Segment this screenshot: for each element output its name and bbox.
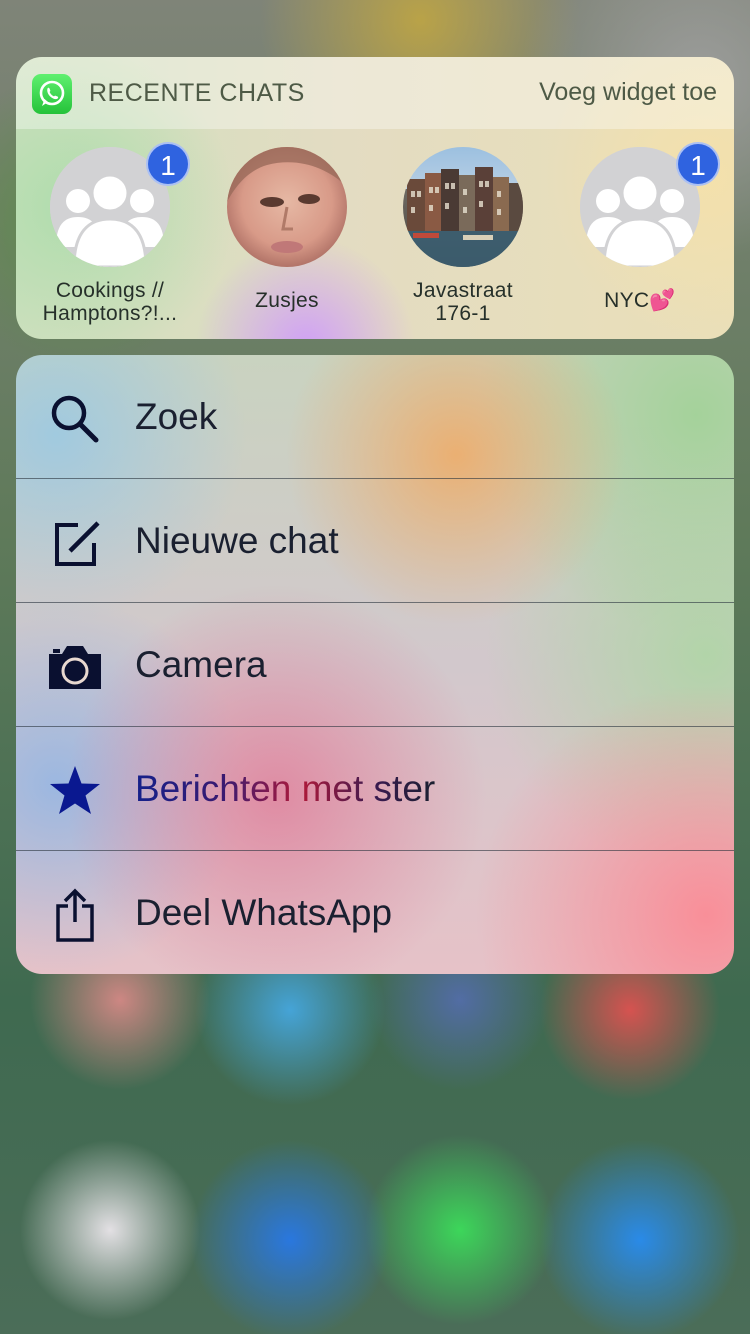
camera-icon bbox=[48, 640, 102, 694]
recent-chat-cookings[interactable]: 1 Cookings // Hamptons?!... bbox=[25, 142, 195, 325]
menu-item-label: Zoek bbox=[135, 396, 218, 437]
recent-chats-widget: RECENTE CHATS Voeg widget toe 1 Cookings… bbox=[16, 57, 734, 339]
menu-item-label: Nieuwe chat bbox=[135, 520, 339, 561]
chat-name: Zusjes bbox=[202, 289, 372, 312]
menu-item-search[interactable]: Zoek bbox=[16, 355, 734, 479]
add-widget-button[interactable]: Voeg widget toe bbox=[539, 78, 717, 107]
search-icon bbox=[48, 392, 102, 446]
widget-title: RECENTE CHATS bbox=[89, 79, 305, 107]
share-icon bbox=[48, 888, 102, 942]
photo-avatar bbox=[227, 147, 347, 267]
menu-item-camera[interactable]: Camera bbox=[16, 603, 734, 727]
chat-name-line1: NYC💕 bbox=[604, 289, 676, 312]
menu-item-new-chat[interactable]: Nieuwe chat bbox=[16, 479, 734, 603]
chat-name-line1: Zusjes bbox=[255, 289, 319, 312]
menu-item-label: Deel WhatsApp bbox=[135, 892, 393, 933]
compose-icon bbox=[48, 516, 102, 570]
chat-name: NYC💕 bbox=[555, 289, 725, 312]
recent-chat-javastraat[interactable]: Javastraat 176-1 bbox=[378, 147, 548, 325]
canal-houses-photo bbox=[403, 147, 523, 267]
widget-header: RECENTE CHATS Voeg widget toe bbox=[16, 57, 734, 129]
chat-name: Cookings // Hamptons?!... bbox=[25, 279, 195, 325]
chat-name-line1: Javastraat bbox=[413, 279, 513, 302]
quick-actions-menu: Zoek Nieuwe chat Camera Berichten met st… bbox=[16, 355, 734, 974]
menu-item-label: Berichten met ster bbox=[135, 768, 436, 809]
recent-chat-zusjes[interactable]: Zusjes bbox=[202, 147, 372, 312]
unread-badge: 1 bbox=[146, 142, 190, 186]
menu-item-share[interactable]: Deel WhatsApp bbox=[16, 851, 734, 974]
recent-chat-nyc[interactable]: 1 NYC💕 bbox=[555, 142, 725, 312]
chat-name: Javastraat 176-1 bbox=[378, 279, 548, 325]
chat-name-line2: Hamptons?!... bbox=[42, 302, 178, 325]
unread-badge: 1 bbox=[676, 142, 720, 186]
chat-name-line2: 176-1 bbox=[435, 302, 491, 325]
whatsapp-logo-icon bbox=[32, 74, 72, 114]
menu-item-label: Camera bbox=[135, 644, 267, 685]
chat-name-line1: Cookings // bbox=[55, 279, 165, 302]
star-icon bbox=[48, 764, 102, 818]
menu-item-starred[interactable]: Berichten met ster bbox=[16, 727, 734, 851]
